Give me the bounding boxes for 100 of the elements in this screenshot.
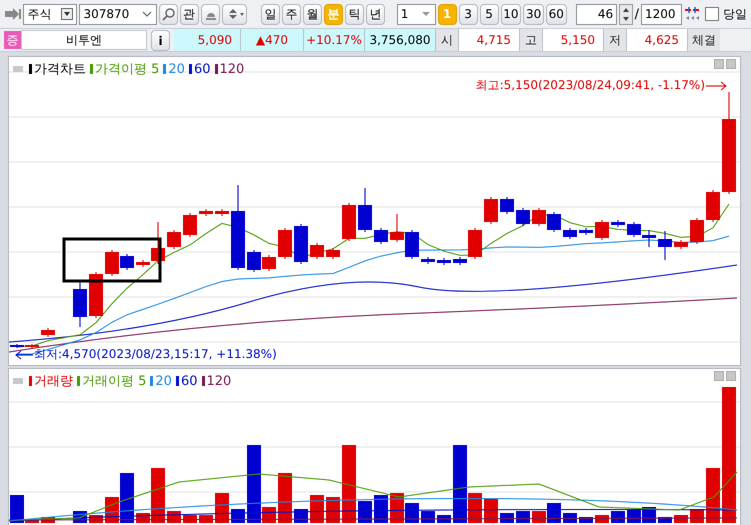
- candlestick: [199, 208, 213, 216]
- trailing-label: 체결: [688, 29, 720, 51]
- candlestick: [563, 228, 577, 240]
- stat-label: 저: [604, 29, 627, 51]
- volume-bar: [421, 511, 435, 523]
- info-button[interactable]: i: [151, 30, 170, 51]
- candlestick: [278, 228, 292, 260]
- period-tab[interactable]: 3: [458, 4, 478, 24]
- candlestick: [262, 254, 276, 272]
- candlestick: [706, 190, 720, 222]
- legend-label: 120: [206, 374, 232, 388]
- legend-label: 20: [168, 62, 185, 76]
- candlestick: [326, 248, 340, 260]
- legend-label: 60: [180, 374, 198, 388]
- total-field[interactable]: 1200: [640, 4, 682, 24]
- period-tab[interactable]: 일: [261, 4, 280, 24]
- candlestick: [690, 218, 704, 244]
- rate-cell: +10.17%: [304, 29, 365, 51]
- volume-bar: [358, 501, 372, 523]
- stat-value: 4,625: [627, 29, 688, 51]
- legend-label: 거래량: [34, 373, 73, 390]
- panel-grip-icon[interactable]: [13, 378, 23, 384]
- period-tab[interactable]: 년: [366, 4, 386, 24]
- spin-icon[interactable]: [619, 4, 633, 24]
- candlestick: [658, 230, 672, 260]
- period-tab[interactable]: 60: [546, 4, 567, 24]
- legend-label: 가격이평 5: [95, 61, 160, 78]
- price-cell: 5,090: [174, 29, 241, 51]
- change-cell: ▲470: [241, 29, 304, 51]
- separator-text: /: [634, 6, 639, 22]
- period-tab[interactable]: 월: [303, 4, 322, 24]
- arrow-icon[interactable]: [4, 7, 22, 21]
- candlestick: [595, 220, 609, 240]
- candlestick: [41, 328, 55, 338]
- candlestick: [358, 188, 372, 232]
- period-tab[interactable]: 주: [282, 4, 302, 24]
- legend-label: 가격차트: [34, 61, 86, 78]
- candlestick: [73, 282, 87, 328]
- right-arrow-icon: [706, 80, 728, 90]
- period-tab[interactable]: 5: [480, 4, 499, 24]
- legend-label: 120: [220, 62, 244, 76]
- scroll-button[interactable]: [222, 4, 248, 24]
- period-tab[interactable]: 틱: [345, 4, 364, 24]
- candlestick: [516, 208, 530, 226]
- candlestick: [500, 196, 514, 214]
- volume-bar: [706, 468, 720, 523]
- volume-cell: 3,756,080: [365, 29, 436, 51]
- low-note: 최저:4,570(2023/08/23,15:17, +11.38%): [34, 346, 277, 363]
- market-select[interactable]: 주식: [23, 4, 78, 24]
- stat-label: 고: [520, 29, 543, 51]
- candlestick: [579, 228, 593, 236]
- volume-bar: [563, 513, 577, 523]
- volume-bar: [611, 511, 625, 523]
- candlestick: [611, 220, 625, 228]
- candlestick: [547, 212, 561, 232]
- candlestick: [89, 272, 103, 318]
- volume-bar: [500, 513, 514, 523]
- market-badge: 증: [4, 31, 21, 49]
- watch-button[interactable]: 관: [180, 4, 199, 24]
- stat-label: 시: [436, 29, 459, 51]
- count-field[interactable]: 46: [576, 4, 618, 24]
- candlestick: [437, 258, 451, 266]
- stock-name: 비투엔: [21, 30, 147, 50]
- candlestick: [484, 196, 498, 224]
- legend-label: 20: [155, 374, 172, 388]
- candlestick: [167, 230, 181, 250]
- volume-bar: [215, 493, 229, 523]
- candlestick: [310, 242, 324, 260]
- volume-bar: [484, 499, 498, 523]
- interval-select[interactable]: 1: [396, 4, 436, 24]
- volume-bar: [516, 511, 530, 523]
- left-arrow-icon: [15, 350, 33, 360]
- candlestick: [183, 212, 197, 238]
- legend-label: 60: [194, 62, 210, 76]
- candlestick: [421, 256, 435, 264]
- today-checkbox[interactable]: 당일: [705, 6, 748, 22]
- bell-button[interactable]: [200, 4, 220, 24]
- code-field[interactable]: 307870: [79, 4, 157, 24]
- stat-value: 5,150: [543, 29, 604, 51]
- candlestick: [215, 208, 229, 216]
- candlestick: [532, 208, 546, 226]
- caret-icon: [61, 8, 74, 20]
- panel-grip-icon[interactable]: [13, 66, 23, 72]
- high-note: 최고:5,150(2023/08/24,09:41, -1.17%): [476, 77, 705, 94]
- legend-label: 거래이평 5: [82, 373, 146, 390]
- volume-bar: [278, 473, 292, 523]
- arrows-icon[interactable]: [684, 5, 700, 23]
- candlestick: [374, 228, 388, 244]
- candlestick: [627, 222, 641, 238]
- candlestick: [405, 230, 419, 260]
- candlestick: [390, 214, 404, 242]
- stat-value: 4,715: [459, 29, 520, 51]
- candlestick: [342, 202, 356, 242]
- period-tab[interactable]: 10: [500, 4, 522, 24]
- period-tab[interactable]: 30: [523, 4, 544, 24]
- candlestick: [247, 250, 261, 272]
- candlestick: [294, 224, 308, 264]
- search-icon: [162, 8, 175, 20]
- search-button[interactable]: [158, 4, 178, 24]
- candlestick: [674, 240, 688, 250]
